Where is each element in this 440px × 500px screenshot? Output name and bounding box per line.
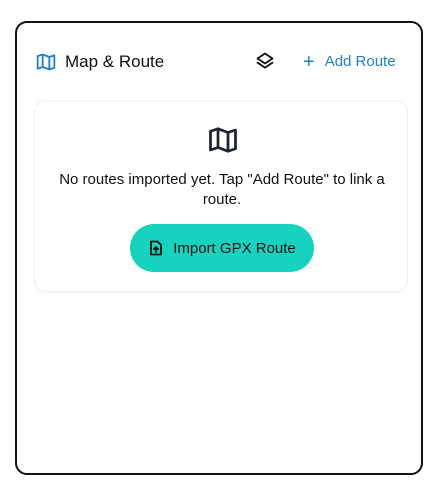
empty-routes-panel: No routes imported yet. Tap "Add Route" …: [34, 100, 408, 292]
layers-icon[interactable]: [255, 51, 275, 71]
map-route-card: Map & Route + Add Route No routes import…: [15, 21, 423, 475]
card-title: Map & Route: [65, 52, 165, 71]
plus-icon: +: [303, 51, 315, 73]
card-header: Map & Route + Add Route: [17, 23, 421, 101]
add-route-label: Add Route: [324, 53, 396, 70]
empty-state-message: No routes imported yet. Tap "Add Route" …: [59, 171, 385, 208]
add-route-button[interactable]: + Add Route: [303, 50, 396, 74]
file-upload-icon: [148, 240, 164, 256]
import-button-label: Import GPX Route: [173, 239, 296, 257]
import-gpx-route-button[interactable]: Import GPX Route: [130, 224, 314, 272]
map-icon: [208, 125, 238, 155]
map-icon: [36, 52, 56, 72]
